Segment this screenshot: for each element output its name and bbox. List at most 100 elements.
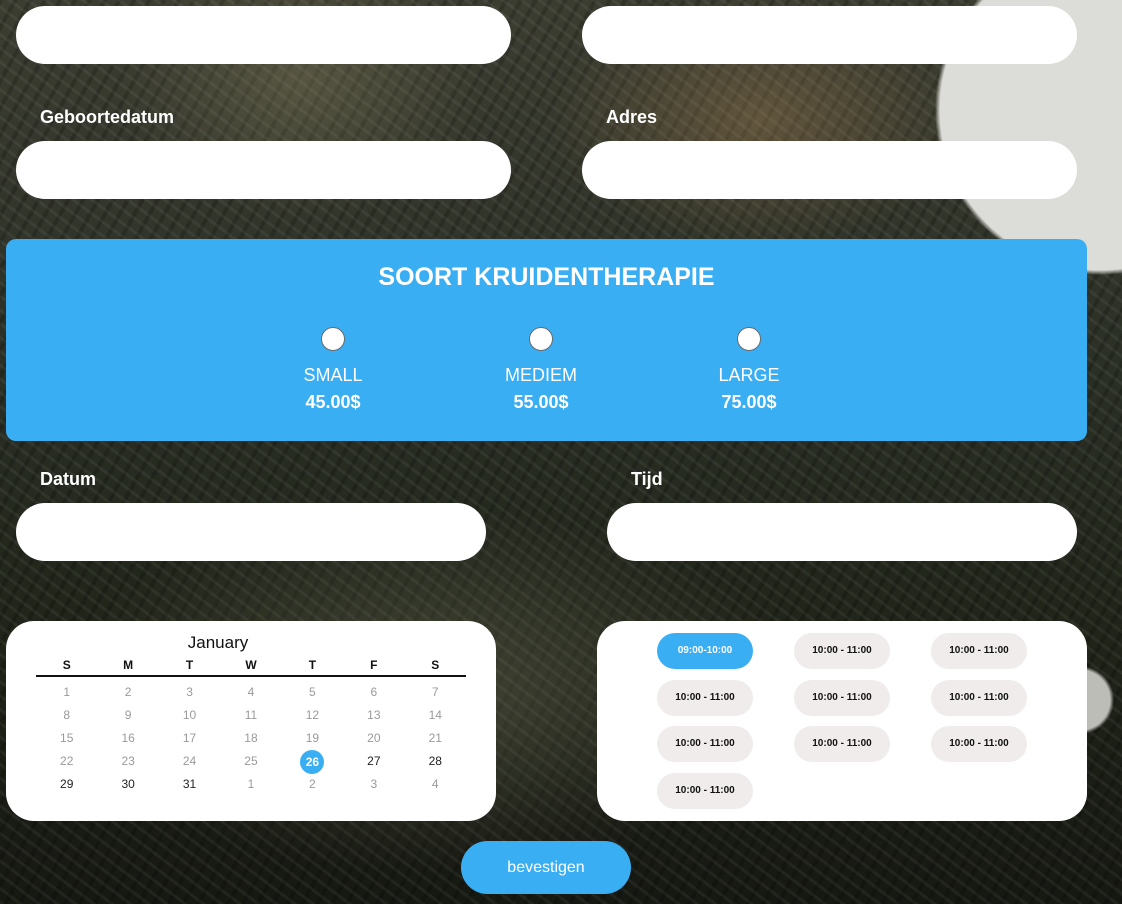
calendar-day[interactable]: 4 xyxy=(405,773,466,796)
calendar-day[interactable]: 23 xyxy=(97,750,158,773)
calendar-day[interactable]: 20 xyxy=(343,727,404,750)
calendar-day[interactable]: 27 xyxy=(343,750,404,773)
weekday-label: F xyxy=(370,658,378,672)
time-slot[interactable]: 10:00 - 11:00 xyxy=(794,633,890,669)
address-input[interactable] xyxy=(582,141,1077,199)
radio-medium[interactable] xyxy=(529,327,553,351)
calendar-day[interactable]: 21 xyxy=(405,727,466,750)
calendar-day-number: 18 xyxy=(244,731,258,745)
therapy-option-small[interactable]: SMALL 45.00$ xyxy=(263,327,403,413)
calendar-day[interactable]: 3 xyxy=(159,681,220,704)
calendar-day[interactable]: 8 xyxy=(36,704,97,727)
option-name: SMALL xyxy=(303,365,363,385)
calendar-day[interactable]: 10 xyxy=(159,704,220,727)
calendar-day[interactable]: 1 xyxy=(36,681,97,704)
time-slot-selected[interactable]: 09:00-10:00 xyxy=(657,633,753,669)
calendar-day[interactable]: 17 xyxy=(159,727,220,750)
calendar-day-number: 19 xyxy=(305,731,320,745)
calendar-day-number: 7 xyxy=(431,685,439,699)
time-slot[interactable]: 10:00 - 11:00 xyxy=(931,633,1027,669)
radio-large[interactable] xyxy=(737,327,761,351)
time-slot[interactable]: 10:00 - 11:00 xyxy=(931,726,1027,762)
calendar-day-number: 26 xyxy=(300,750,325,774)
calendar-day[interactable]: 11 xyxy=(220,704,281,727)
weekday-label: T xyxy=(308,658,317,672)
calendar-day[interactable]: 5 xyxy=(282,681,343,704)
calendar-day[interactable]: 15 xyxy=(36,727,97,750)
date-picker-calendar: January S M T W T F S 1 2 3 4 5 6 7 8 9 10 11 12 13 1… xyxy=(6,621,496,821)
calendar-day-number: 2 xyxy=(124,685,132,699)
time-slot[interactable]: 10:00 - 11:00 xyxy=(794,680,890,716)
calendar-day[interactable]: 16 xyxy=(97,727,158,750)
calendar-day[interactable]: 24 xyxy=(159,750,220,773)
option-name: MEDIEM xyxy=(505,365,577,385)
weekday-label: W xyxy=(245,658,257,672)
date-label: Datum xyxy=(40,469,97,489)
time-slot-panel: 09:00-10:00 10:00 - 11:00 10:00 - 11:00 10:… xyxy=(597,621,1087,821)
calendar-day-number: 25 xyxy=(244,754,258,768)
calendar-day-number: 6 xyxy=(370,685,378,699)
calendar-day[interactable]: 18 xyxy=(220,727,281,750)
time-slot[interactable]: 10:00 - 11:00 xyxy=(657,680,753,716)
calendar-day-number: 10 xyxy=(182,708,197,722)
calendar-day-number: 15 xyxy=(60,731,74,745)
calendar-week-row: 8 9 10 11 12 13 14 xyxy=(36,704,466,727)
calendar-day-number: 1 xyxy=(247,777,255,791)
time-slot[interactable]: 10:00 - 11:00 xyxy=(931,680,1027,716)
birthdate-label: Geboortedatum xyxy=(40,107,175,127)
option-price: 45.00$ xyxy=(305,392,361,412)
calendar-day[interactable]: 1 xyxy=(220,773,281,796)
calendar-day[interactable]: 6 xyxy=(343,681,404,704)
calendar-day[interactable]: 3 xyxy=(343,773,404,796)
calendar-day[interactable]: 9 xyxy=(97,704,158,727)
calendar-day[interactable]: 30 xyxy=(97,773,158,796)
therapy-option-medium[interactable]: MEDIEM 55.00$ xyxy=(471,327,611,413)
calendar-month: January xyxy=(187,633,249,652)
time-slot[interactable]: 10:00 - 11:00 xyxy=(657,726,753,762)
calendar-day-number: 14 xyxy=(428,708,442,722)
weekday-label: S xyxy=(431,658,440,672)
top-right-input[interactable] xyxy=(582,6,1077,64)
calendar-day[interactable]: 7 xyxy=(405,681,466,704)
calendar-day[interactable]: 4 xyxy=(220,681,281,704)
time-slot[interactable]: 10:00 - 11:00 xyxy=(657,773,753,809)
calendar-day-number: 23 xyxy=(121,754,135,768)
calendar-day-number: 21 xyxy=(428,731,442,745)
time-input[interactable] xyxy=(607,503,1077,561)
date-input[interactable] xyxy=(16,503,486,561)
calendar-day[interactable]: 19 xyxy=(282,727,343,750)
calendar-day[interactable]: 13 xyxy=(343,704,404,727)
time-label: Tijd xyxy=(631,469,663,489)
calendar-day-number: 3 xyxy=(186,685,193,699)
calendar-day[interactable]: 25 xyxy=(220,750,281,773)
therapy-option-large[interactable]: LARGE 75.00$ xyxy=(679,327,819,413)
calendar-day[interactable]: 31 xyxy=(159,773,220,796)
radio-small[interactable] xyxy=(321,327,345,351)
calendar-day-number: 30 xyxy=(121,777,135,791)
calendar-day-selected[interactable]: 26 xyxy=(282,750,343,774)
weekday-label: S xyxy=(62,658,71,672)
calendar-day[interactable]: 29 xyxy=(36,773,97,796)
calendar-week-row: 22 23 24 25 26 27 28 xyxy=(36,750,466,774)
calendar-day-number: 27 xyxy=(367,754,381,768)
calendar-day-number: 31 xyxy=(182,777,197,791)
calendar-day-number: 28 xyxy=(428,754,442,768)
birthdate-input[interactable] xyxy=(16,141,511,199)
calendar-grid: S M T W T F S 1 2 3 4 5 6 7 8 9 10 11 12 13 14 15 16 17 1… xyxy=(36,657,466,796)
calendar-day-number: 4 xyxy=(247,685,255,699)
calendar-day-number: 22 xyxy=(60,754,74,768)
calendar-day[interactable]: 14 xyxy=(405,704,466,727)
calendar-day[interactable]: 12 xyxy=(282,704,343,727)
calendar-day-number: 1 xyxy=(63,685,71,699)
calendar-day[interactable]: 2 xyxy=(282,773,343,796)
calendar-week-row: 29 30 31 1 2 3 4 xyxy=(36,773,466,796)
calendar-day[interactable]: 2 xyxy=(97,681,158,704)
calendar-day-number: 24 xyxy=(182,754,197,768)
calendar-day[interactable]: 22 xyxy=(36,750,97,773)
confirm-button[interactable]: bevestigen xyxy=(461,841,631,894)
calendar-day[interactable]: 28 xyxy=(405,750,466,773)
calendar-day-number: 3 xyxy=(370,777,378,791)
calendar-day-number: 29 xyxy=(60,777,74,791)
top-left-input[interactable] xyxy=(16,6,511,64)
time-slot[interactable]: 10:00 - 11:00 xyxy=(794,726,890,762)
